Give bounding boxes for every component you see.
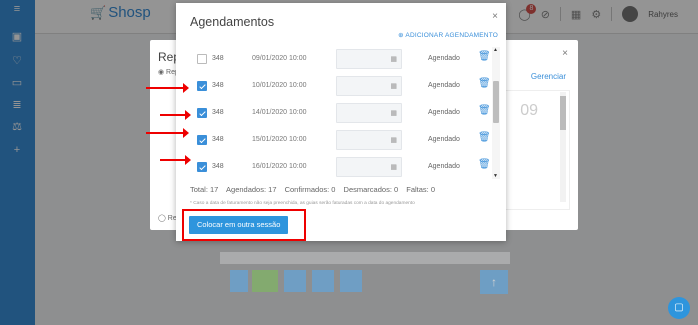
- desmarcados-count: Desmarcados: 0: [343, 185, 399, 194]
- row-date: 15/01/2020 10:00: [252, 136, 307, 143]
- row-checkbox[interactable]: [197, 81, 207, 91]
- row-status: Agendado: [428, 109, 460, 116]
- list-scrollbar[interactable]: ▲ ▼: [492, 47, 500, 179]
- trash-icon[interactable]: 🗑: [478, 105, 490, 116]
- row-date: 10/01/2020 10:00: [252, 82, 307, 89]
- calendar-icon: ▦: [390, 110, 397, 117]
- appointment-row: 348 14/01/2020 10:00 ▦ Agendado 🗑: [190, 101, 490, 125]
- annotation-arrow: [146, 83, 189, 93]
- billing-date-field[interactable]: ▦: [336, 49, 402, 69]
- session-input[interactable]: [220, 252, 510, 264]
- row-id: 348: [212, 82, 224, 89]
- row-status: Agendado: [428, 136, 460, 143]
- confirm-button[interactable]: [252, 270, 278, 292]
- billing-date-field[interactable]: ▦: [336, 157, 402, 177]
- highlight-box: [182, 209, 306, 241]
- close-icon[interactable]: ×: [562, 48, 568, 59]
- chat-bubble-icon[interactable]: ▢: [668, 297, 690, 319]
- row-date: 16/01/2020 10:00: [252, 163, 307, 170]
- trash-icon[interactable]: 🗑: [478, 51, 490, 62]
- appointment-row: 348 15/01/2020 10:00 ▦ Agendado 🗑: [190, 128, 490, 152]
- confirmados-count: Confirmados: 0: [284, 185, 336, 194]
- cancel-button[interactable]: [284, 270, 306, 292]
- trash-icon[interactable]: 🗑: [478, 78, 490, 89]
- faltas-count: Faltas: 0: [406, 185, 436, 194]
- repeat-button[interactable]: [312, 270, 334, 292]
- modal-title: Agendamentos: [190, 15, 275, 29]
- calendar-icon: ▦: [390, 83, 397, 90]
- row-id: 348: [212, 136, 224, 143]
- agendamentos-modal: Agendamentos × ⊕ ADICIONAR AGENDAMENTO 3…: [176, 3, 506, 241]
- print-button[interactable]: [230, 270, 248, 292]
- agendados-count: Agendados: 17: [226, 185, 277, 194]
- day-number: 09: [520, 102, 538, 119]
- row-id: 348: [212, 109, 224, 116]
- bottom-toolbar: ↑: [220, 252, 510, 300]
- arrow-up-button[interactable]: ↑: [480, 270, 508, 294]
- row-id: 348: [212, 163, 224, 170]
- row-checkbox[interactable]: [197, 54, 207, 64]
- annotation-arrow: [160, 110, 191, 120]
- billing-date-field[interactable]: ▦: [336, 130, 402, 150]
- appointment-list: 348 09/01/2020 10:00 ▦ Agendado 🗑 348 10…: [190, 47, 490, 179]
- row-id: 348: [212, 55, 224, 62]
- row-status: Agendado: [428, 82, 460, 89]
- scrollbar-thumb[interactable]: [493, 81, 499, 123]
- scroll-down-icon[interactable]: ▼: [493, 173, 498, 179]
- billing-date-field[interactable]: ▦: [336, 103, 402, 123]
- trash-icon[interactable]: 🗑: [478, 159, 490, 170]
- calendar-icon: ▦: [390, 164, 397, 171]
- billing-note: * Caso a data de faturamento não seja pr…: [190, 201, 415, 206]
- total-count: Total: 17: [190, 185, 219, 194]
- totals-summary: Total: 17 Agendados: 17 Confirmados: 0 D…: [190, 185, 441, 194]
- calendar-icon: ▦: [390, 56, 397, 63]
- appointment-row: 348 16/01/2020 10:00 ▦ Agendado 🗑: [190, 155, 490, 179]
- annotation-arrow: [160, 155, 191, 165]
- row-checkbox[interactable]: [197, 135, 207, 145]
- calendar-icon: ▦: [390, 137, 397, 144]
- row-checkbox[interactable]: [197, 162, 207, 172]
- row-checkbox[interactable]: [197, 108, 207, 118]
- row-status: Agendado: [428, 55, 460, 62]
- scrollbar-thumb[interactable]: [560, 96, 566, 130]
- scroll-up-icon[interactable]: ▲: [493, 47, 498, 53]
- row-date: 14/01/2020 10:00: [252, 109, 307, 116]
- trash-icon[interactable]: 🗑: [478, 132, 490, 143]
- copy-button[interactable]: [340, 270, 362, 292]
- appointment-row: 348 10/01/2020 10:00 ▦ Agendado 🗑: [190, 74, 490, 98]
- annotation-arrow: [146, 128, 189, 138]
- close-icon[interactable]: ×: [492, 11, 498, 22]
- gerenciar-link[interactable]: Gerenciar: [531, 72, 566, 81]
- row-status: Agendado: [428, 163, 460, 170]
- add-appointment-link[interactable]: ⊕ ADICIONAR AGENDAMENTO: [398, 31, 498, 39]
- appointment-row: 348 09/01/2020 10:00 ▦ Agendado 🗑: [190, 47, 490, 71]
- row-date: 09/01/2020 10:00: [252, 55, 307, 62]
- billing-date-field[interactable]: ▦: [336, 76, 402, 96]
